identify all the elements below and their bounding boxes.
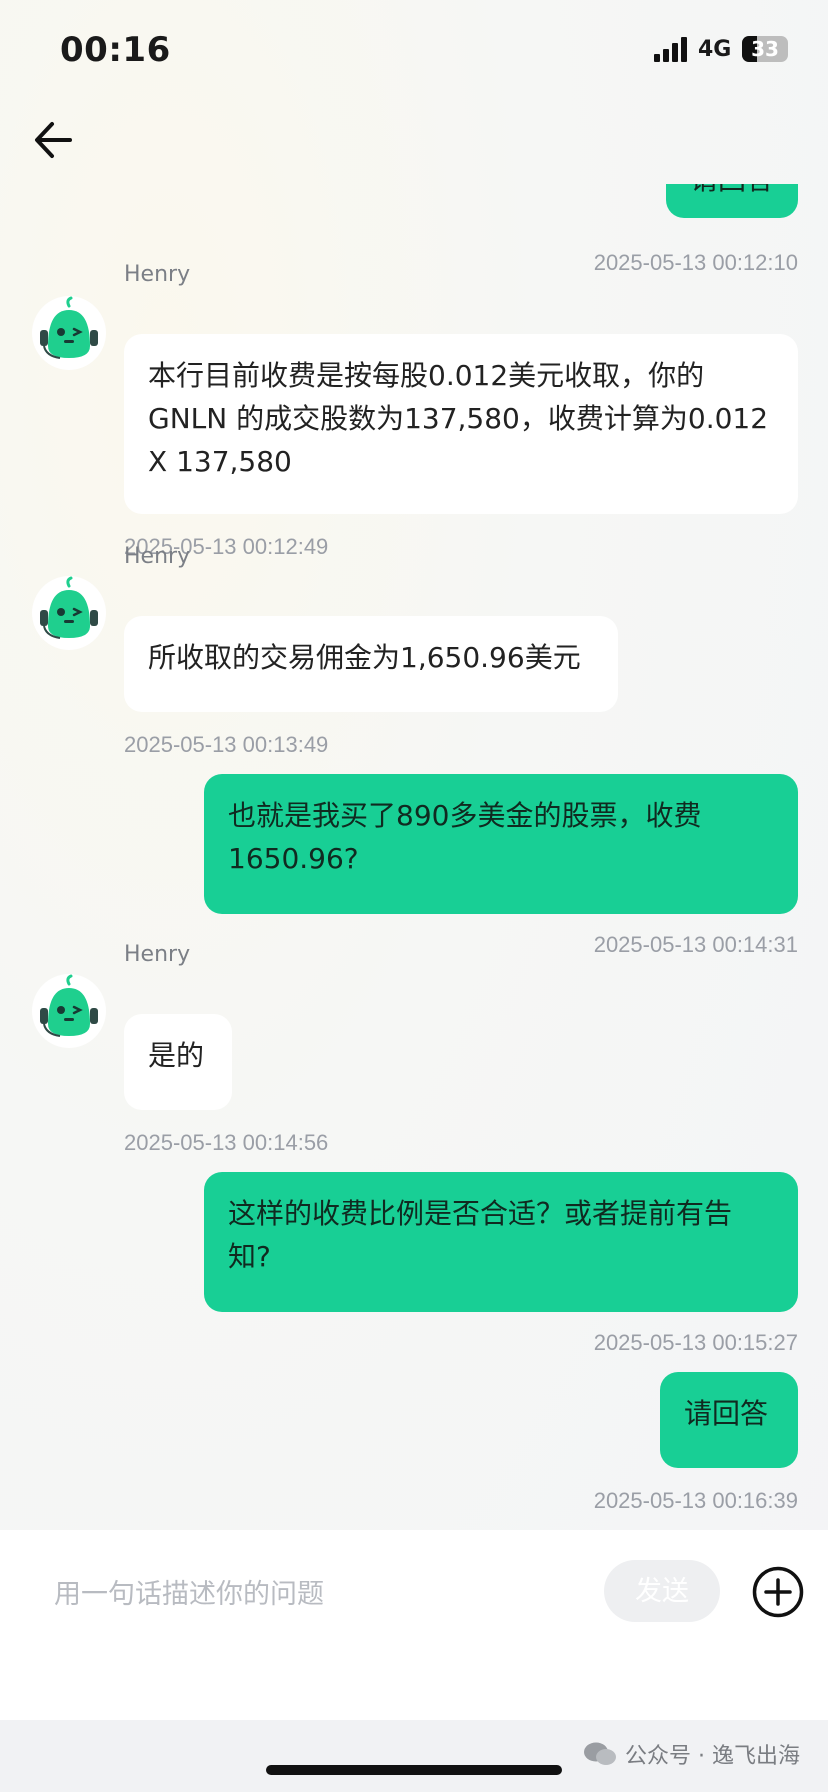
message-timestamp: 2025-05-13 00:16:39 bbox=[593, 1488, 798, 1513]
wechat-icon bbox=[584, 1742, 617, 1765]
message-bubble-outgoing[interactable]: 这样的收费比例是否合适？或者提前有告知? bbox=[204, 1172, 798, 1312]
watermark: 公众号 · 逸飞出海 bbox=[583, 1738, 800, 1770]
robot-avatar-icon bbox=[40, 974, 98, 1037]
message-timestamp: 2025-05-13 00:13:49 bbox=[124, 732, 329, 757]
send-button[interactable]: 发送 bbox=[604, 1560, 720, 1622]
message-timestamp: 2025-05-13 00:14:56 bbox=[124, 1130, 329, 1155]
status-bar: 00:16 4G 33 bbox=[0, 0, 828, 100]
arrow-left-icon bbox=[35, 122, 72, 158]
message-text: 请回答 bbox=[690, 184, 774, 196]
avatar[interactable] bbox=[32, 576, 106, 650]
message-input[interactable]: 用一句话描述你的问题 bbox=[54, 1572, 324, 1611]
back-button[interactable] bbox=[34, 118, 74, 162]
robot-avatar-icon bbox=[40, 576, 98, 639]
message-list[interactable]: 请回答 2025-05-13 00:12:10 Henry 本行目前收费是按每股… bbox=[0, 184, 828, 1530]
sender-name: Henry bbox=[124, 942, 191, 967]
avatar[interactable] bbox=[32, 974, 106, 1048]
message-text: 也就是我买了890多美金的股票，收费1650.96? bbox=[228, 799, 702, 875]
message-bubble-incoming[interactable]: 本行目前收费是按每股0.012美元收取，你的GNLN 的成交股数为137,580… bbox=[124, 334, 798, 514]
message-bubble-outgoing[interactable]: 请回答 bbox=[660, 1372, 798, 1468]
signal-icon bbox=[654, 36, 690, 62]
status-time: 00:16 bbox=[60, 30, 171, 70]
sender-name: Henry bbox=[124, 262, 191, 287]
battery-icon: 33 bbox=[742, 36, 788, 62]
message-text: 是的 bbox=[148, 1039, 205, 1072]
message-text: 请回答 bbox=[684, 1397, 769, 1430]
message-bubble-outgoing[interactable]: 也就是我买了890多美金的股票，收费1650.96? bbox=[204, 774, 798, 914]
nav-bar bbox=[0, 100, 828, 184]
sender-name: Henry bbox=[124, 544, 191, 569]
battery-level: 33 bbox=[751, 37, 779, 61]
home-indicator bbox=[266, 1765, 562, 1775]
network-type: 4G bbox=[698, 37, 732, 62]
attach-button[interactable] bbox=[752, 1566, 804, 1618]
watermark-text: 公众号 · 逸飞出海 bbox=[625, 1744, 800, 1769]
message-text: 这样的收费比例是否合适？或者提前有告知? bbox=[228, 1197, 733, 1273]
message-bubble-outgoing[interactable]: 请回答 bbox=[665, 184, 798, 218]
message-bubble-incoming[interactable]: 是的 bbox=[124, 1014, 232, 1110]
input-bar bbox=[0, 1530, 828, 1720]
message-bubble-incoming[interactable]: 所收取的交易佣金为1,650.96美元 bbox=[124, 616, 618, 712]
message-timestamp: 2025-05-13 00:12:10 bbox=[593, 250, 798, 275]
avatar[interactable] bbox=[32, 296, 106, 370]
plus-circle-icon bbox=[752, 1566, 804, 1618]
chat-screen: 00:16 4G 33 请回答 2025-05-13 00:12:10 bbox=[0, 0, 828, 1792]
robot-avatar-icon bbox=[40, 296, 98, 359]
message-text: 本行目前收费是按每股0.012美元收取，你的GNLN 的成交股数为137,580… bbox=[148, 359, 769, 478]
message-timestamp: 2025-05-13 00:15:27 bbox=[593, 1330, 798, 1355]
message-timestamp: 2025-05-13 00:14:31 bbox=[593, 932, 798, 957]
message-text: 所收取的交易佣金为1,650.96美元 bbox=[148, 641, 581, 674]
